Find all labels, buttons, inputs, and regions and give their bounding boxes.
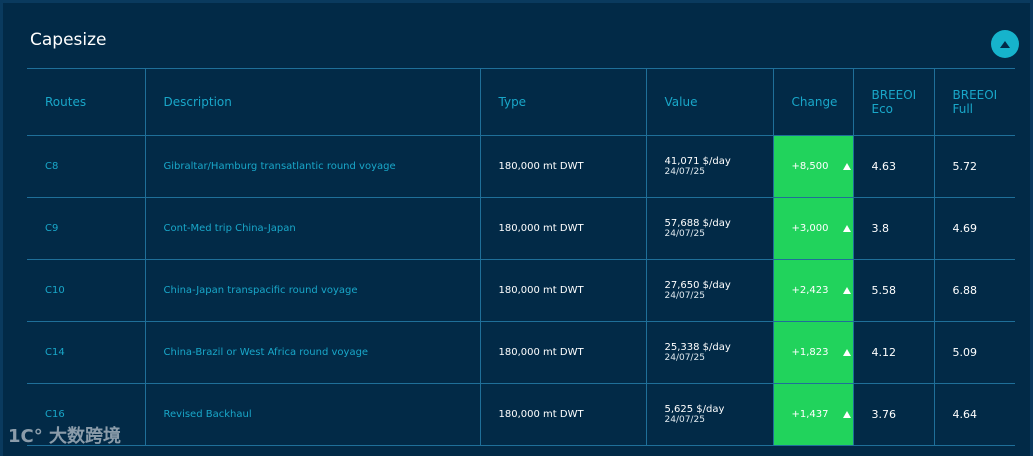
route-cell: C8	[27, 135, 145, 198]
value-cell: 27,650 $/day 24/07/25	[645, 259, 773, 322]
collapse-button[interactable]	[991, 30, 1019, 58]
header-routes: Routes	[27, 68, 145, 136]
type-cell: 180,000 mt DWT	[479, 383, 646, 446]
type-cell: 180,000 mt DWT	[479, 321, 646, 384]
table-row: C9 Cont-Med trip China-Japan 180,000 mt …	[27, 197, 1015, 260]
table-row: C16 Revised Backhaul 180,000 mt DWT 5,62…	[27, 383, 1015, 446]
value-cell: 57,688 $/day 24/07/25	[645, 197, 773, 260]
watermark-logo: 1C° 大数跨境	[8, 426, 122, 447]
table-row: C8 Gibraltar/Hamburg transatlantic round…	[27, 135, 1015, 198]
value-cell: 5,625 $/day 24/07/25	[645, 383, 773, 446]
value-date: 24/07/25	[664, 353, 705, 363]
value-amount: 57,688 $/day	[664, 218, 731, 229]
description-cell: China-Brazil or West Africa round voyage	[144, 321, 480, 384]
value-cell: 25,338 $/day 24/07/25	[645, 321, 773, 384]
type-cell: 180,000 mt DWT	[479, 197, 646, 260]
panel-title: Capesize	[30, 30, 107, 50]
value-amount: 25,338 $/day	[664, 342, 731, 353]
value-date: 24/07/25	[664, 229, 705, 239]
description-cell: Gibraltar/Hamburg transatlantic round vo…	[144, 135, 480, 198]
table-row: C10 China-Japan transpacific round voyag…	[27, 259, 1015, 322]
triangle-up-icon	[842, 287, 851, 294]
header-breeoi-eco: BREEOI Eco	[852, 68, 934, 136]
value-amount: 5,625 $/day	[664, 404, 725, 415]
breeoi-eco-cell: 4.63	[852, 135, 934, 198]
header-description: Description	[144, 68, 480, 136]
type-cell: 180,000 mt DWT	[479, 135, 646, 198]
value-date: 24/07/25	[664, 167, 705, 177]
routes-table: Routes Description Type Value Change BRE…	[27, 68, 1015, 446]
triangle-up-icon	[842, 163, 851, 170]
breeoi-eco-cell: 4.12	[852, 321, 934, 384]
value-amount: 41,071 $/day	[664, 156, 731, 167]
breeoi-full-cell: 6.88	[933, 259, 1015, 322]
breeoi-full-cell: 5.09	[933, 321, 1015, 384]
description-cell: China-Japan transpacific round voyage	[144, 259, 480, 322]
change-cell: +1,823	[772, 321, 853, 384]
change-cell: +2,423	[772, 259, 853, 322]
description-cell: Revised Backhaul	[144, 383, 480, 446]
change-cell: +8,500	[772, 135, 853, 198]
description-cell: Cont-Med trip China-Japan	[144, 197, 480, 260]
header-value: Value	[645, 68, 773, 136]
triangle-up-icon	[842, 411, 851, 418]
change-value: +1,823	[791, 347, 829, 358]
header-type: Type	[479, 68, 646, 136]
triangle-up-icon	[1000, 40, 1010, 48]
change-value: +8,500	[791, 161, 829, 172]
breeoi-full-cell: 5.72	[933, 135, 1015, 198]
breeoi-full-cell: 4.69	[933, 197, 1015, 260]
header-change: Change	[772, 68, 853, 136]
value-cell: 41,071 $/day 24/07/25	[645, 135, 773, 198]
route-cell: C14	[27, 321, 145, 384]
breeoi-full-cell: 4.64	[933, 383, 1015, 446]
change-value: +1,437	[791, 409, 829, 420]
table-row: C14 China-Brazil or West Africa round vo…	[27, 321, 1015, 384]
triangle-up-icon	[842, 225, 851, 232]
change-cell: +1,437	[772, 383, 853, 446]
change-cell: +3,000	[772, 197, 853, 260]
value-date: 24/07/25	[664, 415, 705, 425]
breeoi-eco-cell: 3.76	[852, 383, 934, 446]
value-date: 24/07/25	[664, 291, 705, 301]
breeoi-eco-cell: 3.8	[852, 197, 934, 260]
header-breeoi-full: BREEOI Full	[933, 68, 1015, 136]
route-cell: C10	[27, 259, 145, 322]
type-cell: 180,000 mt DWT	[479, 259, 646, 322]
change-value: +2,423	[791, 285, 829, 296]
triangle-up-icon	[842, 349, 851, 356]
breeoi-eco-cell: 5.58	[852, 259, 934, 322]
change-value: +3,000	[791, 223, 829, 234]
value-amount: 27,650 $/day	[664, 280, 731, 291]
route-cell: C9	[27, 197, 145, 260]
